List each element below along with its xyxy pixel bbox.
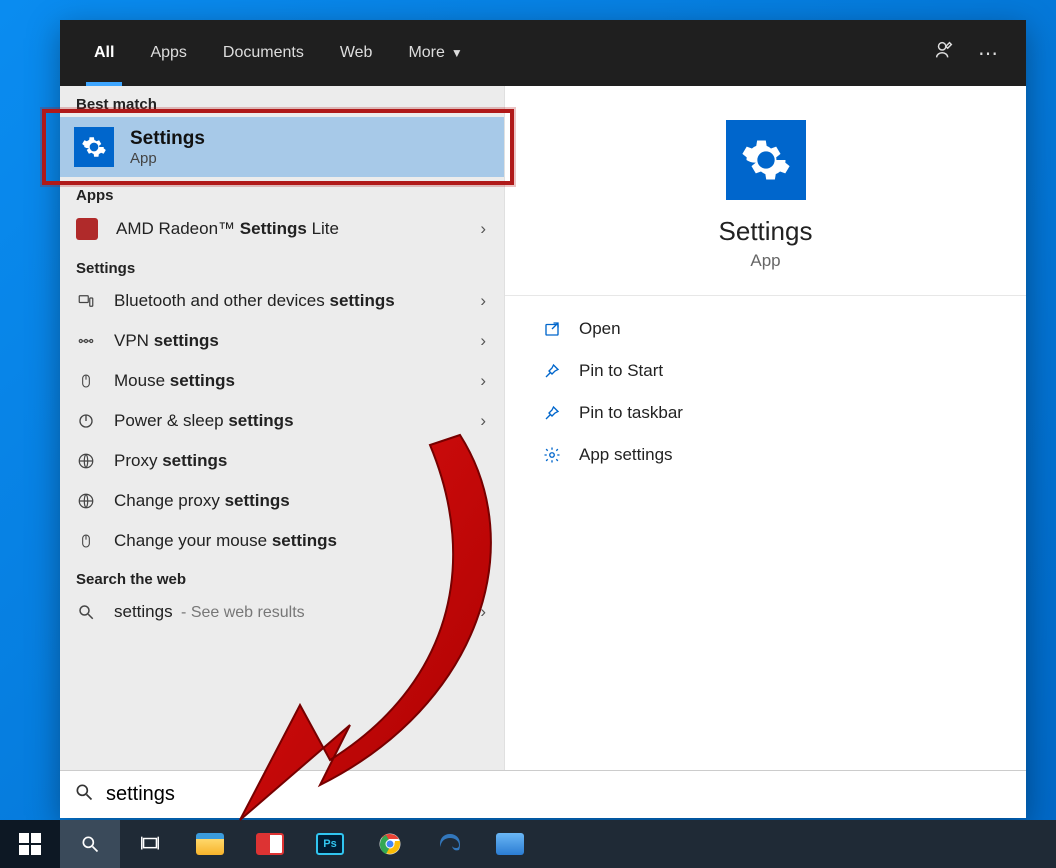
result-search-web-settings[interactable]: settings - See web results › (60, 592, 504, 632)
tab-web[interactable]: Web (322, 20, 391, 86)
chevron-right-icon: › (480, 331, 486, 351)
vpn-icon (76, 331, 96, 351)
control-panel-icon (496, 833, 524, 855)
taskbar-app-red[interactable] (240, 820, 300, 868)
gear-icon (74, 127, 114, 167)
result-vpn-settings[interactable]: VPN settings › (60, 321, 504, 361)
gear-icon (726, 120, 806, 200)
search-results-panel: All Apps Documents Web More▼ ⋯ Best matc… (60, 20, 1026, 818)
globe-icon (76, 451, 96, 471)
search-filter-tabs: All Apps Documents Web More▼ ⋯ (60, 20, 1026, 86)
chevron-right-icon: › (480, 411, 486, 431)
chrome-icon (378, 832, 402, 856)
tab-all[interactable]: All (76, 20, 132, 86)
feedback-icon[interactable] (922, 39, 966, 67)
taskbar-search-button[interactable] (60, 820, 120, 868)
section-settings: Settings (60, 250, 504, 281)
task-view-button[interactable] (120, 820, 180, 868)
taskbar-edge[interactable] (420, 820, 480, 868)
chevron-right-icon: › (480, 371, 486, 391)
action-pin-to-taskbar[interactable]: Pin to taskbar (541, 392, 1026, 434)
power-icon (76, 411, 96, 431)
search-icon (74, 782, 94, 807)
result-bluetooth-devices-settings[interactable]: Bluetooth and other devices settings › (60, 281, 504, 321)
globe-icon (76, 491, 96, 511)
action-open[interactable]: Open (541, 308, 1026, 350)
result-power-sleep-settings[interactable]: Power & sleep settings › (60, 401, 504, 441)
search-input[interactable] (106, 783, 1012, 806)
section-apps: Apps (60, 177, 504, 208)
start-button[interactable] (0, 820, 60, 868)
taskbar-control-panel[interactable] (480, 820, 540, 868)
tab-more[interactable]: More▼ (390, 20, 480, 86)
preview-header: Settings App (505, 86, 1026, 296)
taskbar-file-explorer[interactable] (180, 820, 240, 868)
taskbar-chrome[interactable] (360, 820, 420, 868)
edge-icon (438, 832, 462, 856)
best-match-subtitle: App (130, 150, 205, 167)
result-mouse-settings[interactable]: Mouse settings › (60, 361, 504, 401)
chevron-down-icon: ▼ (451, 46, 463, 60)
preview-title: Settings (719, 216, 813, 247)
mouse-icon (76, 531, 96, 551)
result-proxy-settings[interactable]: Proxy settings (60, 441, 504, 481)
search-bar (60, 770, 1026, 818)
amd-icon (76, 218, 98, 240)
preview-subtitle: App (750, 251, 780, 271)
chevron-right-icon: › (480, 219, 486, 239)
tab-documents[interactable]: Documents (205, 20, 322, 86)
section-search-web: Search the web (60, 561, 504, 592)
taskbar-photoshop[interactable]: Ps (300, 820, 360, 868)
open-icon (541, 318, 563, 340)
windows-logo-icon (19, 833, 41, 855)
action-pin-to-start[interactable]: Pin to Start (541, 350, 1026, 392)
gear-outline-icon (541, 444, 563, 466)
taskbar: Ps (0, 820, 1056, 868)
tab-apps[interactable]: Apps (132, 20, 204, 86)
result-change-proxy-settings[interactable]: Change proxy settings (60, 481, 504, 521)
best-match-settings[interactable]: Settings App (60, 117, 504, 177)
search-icon (76, 602, 96, 622)
section-best-match: Best match (60, 86, 504, 117)
mouse-icon (76, 371, 96, 391)
result-change-mouse-settings[interactable]: Change your mouse settings (60, 521, 504, 561)
chevron-right-icon: › (480, 291, 486, 311)
pin-icon (541, 360, 563, 382)
chevron-right-icon: › (480, 602, 486, 622)
folder-icon (196, 833, 224, 855)
more-options-icon[interactable]: ⋯ (966, 41, 1010, 66)
devices-icon (76, 291, 96, 311)
action-app-settings[interactable]: App settings (541, 434, 1026, 476)
best-match-title: Settings (130, 128, 205, 150)
pin-icon (541, 402, 563, 424)
result-amd-radeon-settings-lite[interactable]: AMD Radeon™ Settings Lite › (60, 208, 504, 250)
